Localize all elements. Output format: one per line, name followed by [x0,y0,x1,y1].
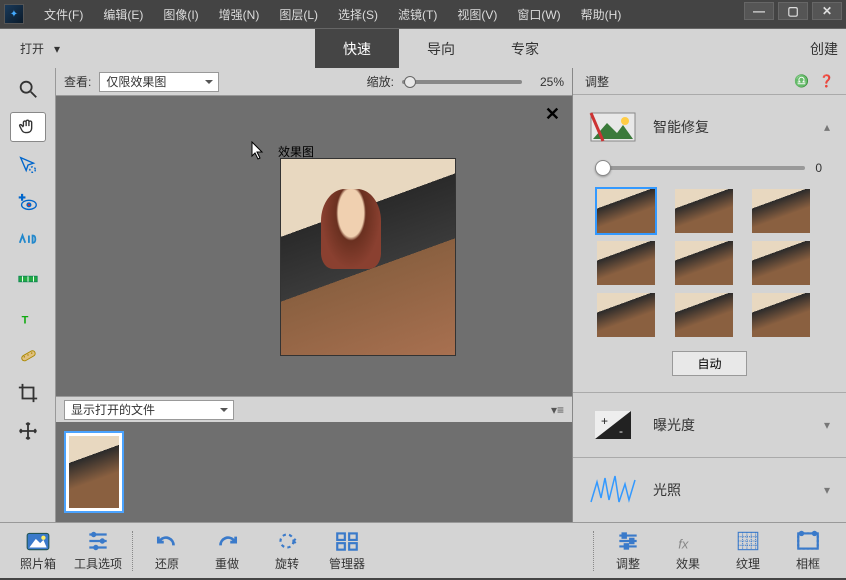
svg-text:T: T [21,314,28,326]
healing-tool[interactable] [10,340,46,370]
exposure-title: 曝光度 [653,415,810,435]
zoom-label: 缩放: [367,73,394,90]
maximize-button[interactable]: ▢ [778,2,808,20]
straighten-tool[interactable] [10,264,46,294]
filmstrip-menu-icon[interactable]: ▾≡ [551,403,564,417]
organizer-button[interactable]: 管理器 [317,526,377,576]
quickselect-tool[interactable] [10,150,46,180]
app-icon: ✦ [4,4,24,24]
exposure-section[interactable]: +- 曝光度 ▾ [573,393,846,458]
tab-quick[interactable]: 快速 [315,29,399,68]
preset-5[interactable] [675,241,733,285]
svg-text:fx: fx [678,536,689,551]
mode-toolbar: 打开 ▾ 快速 导向 专家 创建 [0,28,846,68]
canvas-area[interactable]: ✕ 效果图 [56,96,572,396]
window-controls: ― ▢ ✕ [744,2,842,20]
smart-fix-header[interactable]: 智能修复 ▴ [589,109,830,145]
tools-column: + T [0,68,56,522]
filmstrip [56,422,572,522]
lighting-section[interactable]: 光照 ▾ [573,458,846,522]
smart-fix-icon [589,109,639,145]
chevron-down-icon: ▾ [824,418,830,432]
help-icon[interactable]: ❓ [819,74,834,88]
chevron-up-icon: ▴ [824,120,830,134]
text-tool[interactable]: T [10,302,46,332]
photobin-button[interactable]: 照片箱 [8,526,68,576]
close-image-button[interactable]: ✕ [545,104,560,125]
chevron-down-icon: ▾ [824,483,830,497]
workspace: 查看: 仅限效果图 缩放: 25% ✕ 效果图 显示打开的文件 ▾≡ [56,68,572,522]
auto-button[interactable]: 自动 [672,351,746,376]
menu-select[interactable]: 选择(S) [328,3,388,26]
preset-1[interactable] [597,189,655,233]
view-label: 查看: [64,73,91,90]
menu-filter[interactable]: 滤镜(T) [388,3,447,26]
rotate-button[interactable]: 旋转 [257,526,317,576]
lighting-icon [589,472,639,508]
lighting-title: 光照 [653,480,810,500]
tab-expert[interactable]: 专家 [483,29,567,68]
menu-enhance[interactable]: 增强(N) [209,3,270,26]
smart-fix-section: 智能修复 ▴ 0 自动 [573,95,846,393]
preset-6[interactable] [752,241,810,285]
texture-button[interactable]: 纹理 [718,526,778,576]
whiten-tool[interactable] [10,226,46,256]
menu-window[interactable]: 窗口(W) [507,3,570,26]
menu-file[interactable]: 文件(F) [34,3,93,26]
svg-text:+: + [601,414,608,428]
filmstrip-dropdown[interactable]: 显示打开的文件 [64,400,234,420]
menu-image[interactable]: 图像(I) [153,3,208,26]
redo-button[interactable]: 重做 [197,526,257,576]
main-area: + T 查看: 仅限效果图 缩放: 25% ✕ 效果图 显示打开的文件 ▾≡ [0,68,846,522]
view-bar: 查看: 仅限效果图 缩放: 25% [56,68,572,96]
preset-4[interactable] [597,241,655,285]
adjustments-panel: 调整 ♎ ❓ 智能修复 ▴ 0 [572,68,846,522]
menu-edit[interactable]: 编辑(E) [93,3,153,26]
preset-8[interactable] [675,293,733,337]
crop-tool[interactable] [10,378,46,408]
smart-fix-presets [589,189,830,337]
view-dropdown[interactable]: 仅限效果图 [99,72,219,92]
tab-create[interactable]: 创建 [802,39,846,59]
adjust-button[interactable]: 调整 [598,526,658,576]
panel-title: 调整 [585,73,609,90]
zoom-slider[interactable] [402,80,522,84]
chevron-down-icon: ▾ [54,42,60,56]
minimize-button[interactable]: ― [744,2,774,20]
tooloptions-button[interactable]: 工具选项 [68,526,128,576]
smart-fix-slider[interactable]: 0 [589,161,830,175]
move-tool[interactable] [10,416,46,446]
filmstrip-thumb[interactable] [64,431,124,513]
canvas-image[interactable] [280,158,456,356]
reset-icon[interactable]: ♎ [794,74,809,88]
frame-button[interactable]: 相框 [778,526,838,576]
undo-button[interactable]: 还原 [137,526,197,576]
preset-9[interactable] [752,293,810,337]
cursor-icon [251,141,267,161]
preset-7[interactable] [597,293,655,337]
preset-3[interactable] [752,189,810,233]
menu-layer[interactable]: 图层(L) [269,3,328,26]
open-button[interactable]: 打开 ▾ [0,32,80,65]
hand-tool[interactable] [10,112,46,142]
filmstrip-bar: 显示打开的文件 ▾≡ [56,396,572,422]
open-label: 打开 [20,40,44,57]
preset-2[interactable] [675,189,733,233]
effects-button[interactable]: fx效果 [658,526,718,576]
close-button[interactable]: ✕ [812,2,842,20]
svg-text:-: - [619,424,623,438]
zoom-value: 25% [530,75,564,89]
zoom-tool[interactable] [10,74,46,104]
menu-view[interactable]: 视图(V) [447,3,507,26]
panel-header: 调整 ♎ ❓ [573,68,846,95]
titlebar: ✦ 文件(F) 编辑(E) 图像(I) 增强(N) 图层(L) 选择(S) 滤镜… [0,0,846,28]
exposure-icon: +- [589,407,639,443]
bottom-bar: 照片箱 工具选项 还原 重做 旋转 管理器 调整 fx效果 纹理 相框 [0,522,846,578]
menu-help[interactable]: 帮助(H) [571,3,632,26]
redeye-tool[interactable]: + [10,188,46,218]
tab-guided[interactable]: 导向 [399,29,483,68]
smart-fix-value: 0 [815,161,822,175]
smart-fix-title: 智能修复 [653,117,810,137]
